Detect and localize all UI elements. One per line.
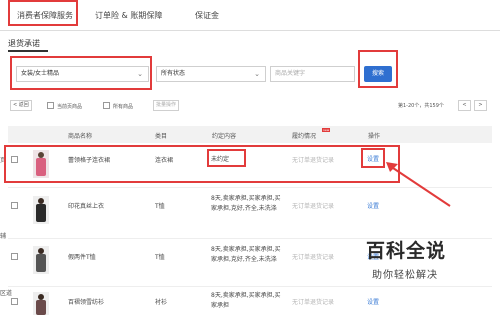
row-2-promise: 8天,卖家承担,买家承担,买家承担,克好,齐全,未洗涤	[211, 195, 281, 212]
row-2-category: T恤	[155, 203, 165, 210]
chevron-down-icon: ⌄	[137, 70, 143, 78]
row-1-name[interactable]: 蕾领格子连衣裙	[68, 155, 110, 164]
row-4-promise: 8天,卖家承担,买家承担,买家承担	[211, 292, 281, 309]
row-2-name[interactable]: 印花真丝上衣	[68, 201, 104, 210]
watermark-subtitle: 助你轻松解决	[372, 270, 438, 281]
row-checkbox[interactable]	[11, 253, 18, 260]
header-name: 商品名称	[68, 133, 93, 140]
left-edge-text-2: 辅	[0, 233, 7, 240]
keyword-placeholder: 商品关键字	[275, 70, 306, 77]
all-label: 所有商品	[113, 104, 134, 110]
annotation-arrow	[386, 162, 451, 207]
new-badge: new	[322, 128, 331, 132]
highlight-row-1	[4, 145, 400, 183]
watermark-title: 百科全说	[366, 240, 447, 262]
row-2-action-button[interactable]: 设置	[367, 201, 379, 210]
row-checkbox[interactable]	[11, 298, 18, 305]
back-button[interactable]: < 返回	[10, 100, 32, 111]
pagination-info: 第1-20个，共159个	[398, 103, 444, 109]
header-category: 类目	[155, 133, 168, 140]
product-thumbnail	[33, 246, 49, 274]
row-checkbox[interactable]	[11, 156, 18, 163]
tab-deposit[interactable]: 保证金	[195, 7, 219, 25]
section-title: 退货承诺	[8, 39, 40, 48]
row-4-category: 衬衫	[155, 299, 168, 306]
checkbox-icon[interactable]	[103, 102, 110, 109]
prev-page-button[interactable]: <	[458, 100, 471, 111]
status-select[interactable]: 所有状态 ⌄	[156, 66, 266, 82]
header-action: 操作	[368, 133, 381, 140]
header-status: 履约情况	[292, 133, 317, 140]
header-promise: 约定内容	[212, 133, 237, 140]
row-3-name[interactable]: 假两件T恤	[68, 252, 96, 261]
row-4-status: 无订单退货记录	[292, 299, 335, 306]
next-page-button[interactable]: >	[474, 100, 487, 111]
category-select-value: 女装/女士精品	[21, 70, 60, 77]
row-4-name[interactable]: 百褶领雪纺衫	[68, 297, 104, 306]
current-page-label: 当前页商品	[57, 104, 83, 110]
section-title-underline	[8, 50, 48, 52]
checkbox-icon[interactable]	[47, 102, 54, 109]
row-2-status: 无订单退货记录	[292, 203, 335, 210]
row-1-category: 连衣裙	[155, 157, 174, 164]
row-3-status: 无订单退货记录	[292, 254, 335, 261]
left-edge-text-3: 区道	[0, 290, 13, 297]
search-button[interactable]: 搜索	[364, 66, 392, 82]
row-3-category: T恤	[155, 254, 165, 261]
tab-order-insurance[interactable]: 订单险 & 账期保障	[95, 7, 162, 25]
row-1-status: 无订单退货记录	[292, 157, 335, 164]
product-thumbnail	[33, 292, 49, 315]
product-thumbnail	[33, 196, 49, 224]
row-divider	[8, 286, 492, 287]
row-1-promise: 未约定	[211, 156, 230, 163]
all-option[interactable]: 所有商品	[103, 102, 133, 110]
status-select-value: 所有状态	[161, 70, 186, 77]
batch-button[interactable]: 批量操作	[153, 100, 180, 111]
current-page-option[interactable]: 当前页商品	[47, 102, 82, 110]
product-thumbnail	[33, 150, 49, 178]
row-3-promise: 8天,卖家承担,买家承担,买家承担,克好,齐全,未洗涤	[211, 246, 281, 263]
row-1-action-button[interactable]: 设置	[367, 154, 379, 163]
category-select[interactable]: 女装/女士精品 ⌄	[16, 66, 149, 82]
chevron-down-icon: ⌄	[254, 70, 260, 78]
highlight-tab	[8, 0, 78, 26]
row-checkbox[interactable]	[11, 202, 18, 209]
row-4-action-button[interactable]: 设置	[367, 297, 379, 306]
keyword-input[interactable]: 商品关键字	[270, 66, 355, 82]
